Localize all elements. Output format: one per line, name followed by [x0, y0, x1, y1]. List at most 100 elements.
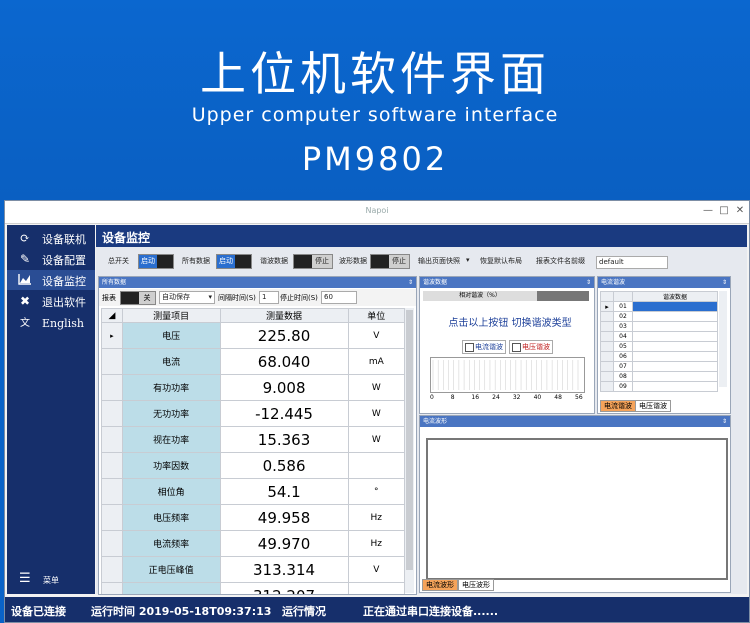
list-item[interactable]: 02 [600, 311, 718, 322]
sidebar-item-monitor[interactable]: 设备监控 [7, 270, 95, 290]
refresh-icon: ⟳ [19, 231, 31, 245]
row-header[interactable]: ▸ [101, 322, 123, 349]
row-header[interactable] [600, 381, 614, 392]
row-header[interactable] [600, 361, 614, 372]
row-header[interactable] [101, 556, 123, 583]
all-data-toggle[interactable]: 启动 [216, 254, 252, 269]
cell-value: 68.040 [219, 348, 349, 375]
status-run-state-label: 运行情况 [282, 605, 326, 618]
menu-button[interactable]: ☰ 菜单 [7, 572, 95, 588]
pin-icon[interactable]: ⇕ [722, 277, 727, 288]
tab-current-harmonic[interactable]: 电流谐波 [600, 400, 636, 412]
wave-toggle[interactable]: 停止 [370, 254, 410, 269]
checkbox-label: 电压谐波 [522, 343, 550, 351]
table-row[interactable]: 电流频率 49.970 Hz [101, 530, 406, 557]
master-switch-label: 总开关 [108, 257, 129, 265]
sidebar-item-config[interactable]: ✎ 设备配置 [7, 249, 95, 269]
row-header[interactable] [101, 504, 123, 531]
table-row[interactable]: 电压频率 49.958 Hz [101, 504, 406, 531]
scrollbar-thumb[interactable] [406, 310, 413, 570]
table-row[interactable]: 电流 68.040 mA [101, 348, 406, 375]
sidebar-item-english[interactable]: 文 English [7, 314, 95, 334]
report-name-label: 报表文件名前缀 [536, 257, 585, 265]
stop-time-input[interactable]: 60 [321, 291, 357, 304]
dropdown-arrow-icon[interactable]: ▾ [466, 256, 470, 264]
row-header[interactable] [101, 348, 123, 375]
sidebar-item-label: 设备配置 [42, 254, 86, 267]
pin-icon[interactable]: ⇕ [586, 277, 591, 288]
x-tick-label: 0 [430, 394, 434, 401]
list-item[interactable]: 07 [600, 361, 718, 372]
table-row[interactable]: 无功功率 -12.445 W [101, 400, 406, 427]
table-row[interactable]: 312.207 [101, 582, 406, 594]
table-row[interactable]: 视在功率 15.363 W [101, 426, 406, 453]
row-header[interactable] [101, 452, 123, 479]
save-mode-select[interactable]: 自动保存 ▾ [159, 291, 215, 304]
list-item[interactable]: 06 [600, 351, 718, 362]
list-item[interactable]: 03 [600, 321, 718, 332]
cell-unit: mA [347, 348, 406, 375]
report-name-input[interactable]: default [596, 256, 668, 269]
cell-index: 08 [613, 371, 633, 382]
master-switch-toggle[interactable]: 启动 [138, 254, 174, 269]
row-header[interactable] [600, 331, 614, 342]
restore-layout-button[interactable]: 恢复默认布局 [480, 256, 522, 266]
cell-value: 312.207 [219, 582, 349, 594]
current-harmonic-checkbox[interactable]: 电流谐波 [462, 340, 506, 354]
table-row[interactable]: 相位角 54.1 ° [101, 478, 406, 505]
table-row[interactable]: 功率因数 0.586 [101, 452, 406, 479]
row-header[interactable] [101, 478, 123, 505]
harmonic-data-table: 谐波数据 ▸ 01 02 03 04 05 06 07 08 09 [600, 291, 718, 392]
report-toggle[interactable]: 关 [120, 291, 156, 305]
banner-model: PM9802 [301, 140, 449, 178]
cell-unit: Hz [347, 530, 406, 557]
row-header[interactable] [600, 371, 614, 382]
export-snapshot-button[interactable]: 输出页面快照 [418, 256, 460, 266]
row-header[interactable] [600, 321, 614, 332]
row-header[interactable] [101, 374, 123, 401]
cell-value: 49.958 [219, 504, 349, 531]
cell-item: 无功功率 [121, 400, 221, 427]
pin-icon[interactable]: ⇕ [408, 277, 413, 288]
table-row[interactable]: 正电压峰值 313.314 V [101, 556, 406, 583]
list-item[interactable]: 08 [600, 371, 718, 382]
tab-current-wave[interactable]: 电流波形 [422, 579, 458, 591]
row-header[interactable] [101, 400, 123, 427]
translate-icon: 文 [20, 318, 30, 329]
tab-relative-harmonic[interactable]: 相对谐波（%） [423, 291, 537, 301]
row-header[interactable] [600, 311, 614, 322]
tab-voltage-harmonic[interactable]: 电压谐波 [635, 400, 671, 412]
list-item[interactable]: 05 [600, 341, 718, 352]
row-header[interactable] [600, 341, 614, 352]
interval-input[interactable]: 1 [259, 291, 279, 304]
cell-item: 视在功率 [121, 426, 221, 453]
pin-icon[interactable]: ⇕ [722, 416, 727, 427]
row-header[interactable] [101, 530, 123, 557]
list-item[interactable]: 04 [600, 331, 718, 342]
sidebar-item-label: 退出软件 [42, 296, 86, 309]
cell-value: -12.445 [219, 400, 349, 427]
list-item[interactable]: 09 [600, 381, 718, 392]
close-window-button[interactable]: ✕ [733, 205, 747, 216]
sidebar-item-exit[interactable]: ✖ 退出软件 [7, 291, 95, 311]
harmonic-toggle[interactable]: 停止 [293, 254, 333, 269]
harmonic-chart [430, 357, 585, 393]
minimize-button[interactable]: — [701, 205, 715, 216]
list-item[interactable]: ▸ 01 [600, 301, 718, 312]
table-scrollbar[interactable] [404, 308, 414, 593]
cell-harmonic-value [632, 381, 718, 392]
table-scrollbar[interactable] [719, 291, 727, 387]
maximize-button[interactable]: □ [717, 205, 731, 216]
row-header[interactable] [101, 582, 123, 594]
x-tick-label: 24 [492, 394, 500, 401]
row-header[interactable] [101, 426, 123, 453]
table-row[interactable]: ▸ 电压 225.80 V [101, 322, 406, 349]
voltage-harmonic-checkbox[interactable]: 电压谐波 [509, 340, 553, 354]
sidebar-item-connect[interactable]: ⟳ 设备联机 [7, 228, 95, 248]
tab-voltage-wave[interactable]: 电压波形 [458, 579, 494, 591]
row-header[interactable]: ▸ [600, 301, 614, 312]
table-row[interactable]: 有功功率 9.008 W [101, 374, 406, 401]
row-header[interactable] [600, 351, 614, 362]
save-mode-value: 自动保存 [162, 293, 190, 301]
col-header-harmonic: 谐波数据 [632, 291, 718, 302]
